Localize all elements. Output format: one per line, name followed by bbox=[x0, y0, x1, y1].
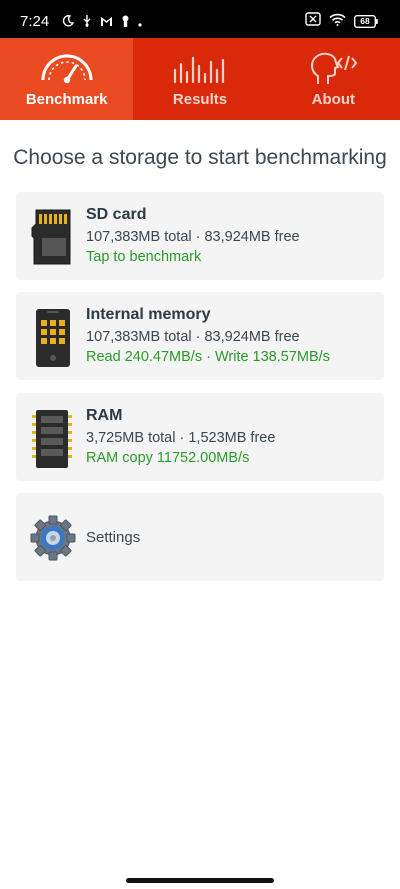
battery-icon: 68 bbox=[354, 15, 378, 28]
tab-results[interactable]: Results bbox=[133, 38, 266, 120]
sd-card-icon bbox=[30, 208, 74, 266]
battery-level: 68 bbox=[360, 16, 370, 26]
moon-icon bbox=[62, 14, 75, 32]
phone-memory-icon bbox=[30, 308, 74, 367]
storage-title: RAM bbox=[86, 407, 123, 424]
keyhole-icon bbox=[121, 14, 130, 32]
settings-card[interactable]: Settings bbox=[16, 493, 384, 581]
storage-status: Read 240.47MB/s · Write 138.57MB/s bbox=[86, 349, 330, 365]
storage-status: Tap to benchmark bbox=[86, 249, 202, 265]
ram-chip-icon bbox=[30, 409, 74, 468]
home-indicator[interactable] bbox=[126, 878, 274, 883]
status-time: 7:24 bbox=[20, 13, 50, 30]
usb-icon bbox=[82, 14, 92, 32]
dot-icon bbox=[138, 14, 142, 32]
storage-card-internal[interactable]: Internal memory 107,383MB total · 83,924… bbox=[16, 292, 384, 380]
storage-card-sd[interactable]: SD card 107,383MB total · 83,924MB free … bbox=[16, 192, 384, 280]
storage-card-ram[interactable]: RAM 3,725MB total · 1,523MB free RAM cop… bbox=[16, 393, 384, 481]
tab-about-label: About bbox=[311, 91, 355, 108]
status-bar: 7:24 68 bbox=[0, 0, 400, 38]
wifi-icon bbox=[329, 13, 346, 31]
storage-capacity: 107,383MB total · 83,924MB free bbox=[86, 329, 300, 345]
settings-label: Settings bbox=[86, 529, 141, 546]
storage-capacity: 107,383MB total · 83,924MB free bbox=[86, 229, 300, 245]
tab-bar: Benchmark Results About bbox=[0, 38, 400, 120]
storage-title: Internal memory bbox=[86, 306, 211, 323]
storage-title: SD card bbox=[86, 206, 147, 223]
storage-capacity: 3,725MB total · 1,523MB free bbox=[86, 430, 276, 446]
no-sim-icon bbox=[305, 12, 321, 31]
gmail-icon bbox=[100, 14, 113, 32]
tab-about[interactable]: About bbox=[267, 38, 400, 120]
storage-status: RAM copy 11752.00MB/s bbox=[86, 450, 250, 466]
tab-results-label: Results bbox=[172, 91, 228, 108]
page-heading: Choose a storage to start benchmarking bbox=[13, 146, 387, 169]
tab-benchmark-label: Benchmark bbox=[25, 91, 108, 108]
tab-benchmark[interactable]: Benchmark bbox=[0, 38, 134, 120]
gear-icon bbox=[30, 515, 76, 561]
